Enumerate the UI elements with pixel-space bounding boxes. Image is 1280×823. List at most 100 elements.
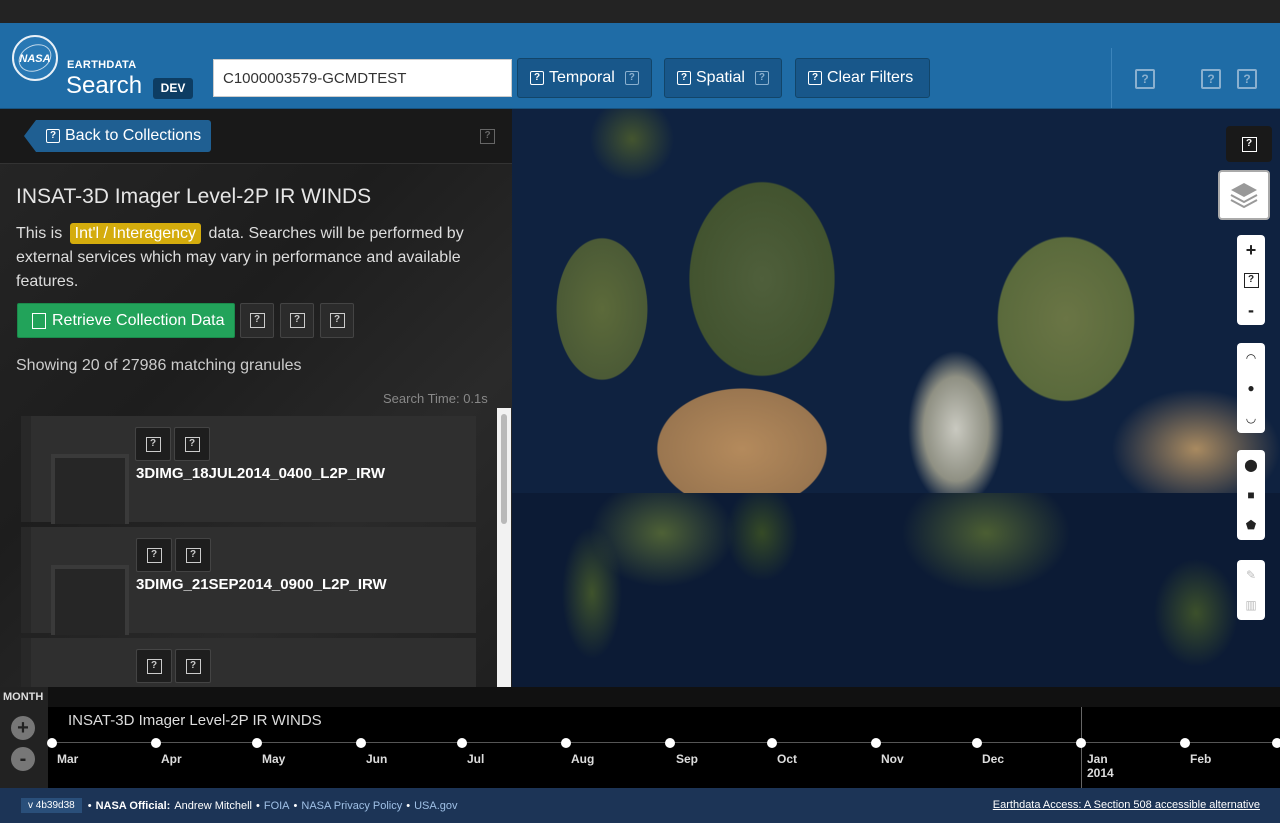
logo-text: NASA xyxy=(19,53,51,65)
edit-icon[interactable]: ✎ xyxy=(1237,560,1265,590)
timeline-month[interactable]: Dec xyxy=(982,752,1004,766)
clear-filters-button[interactable]: ? Clear Filters xyxy=(795,58,930,98)
back-to-collections-button[interactable]: ? Back to Collections xyxy=(36,120,212,152)
granule-name: 3DIMG_18JUL2014_0400_L2P_IRW xyxy=(136,465,386,482)
help-icon[interactable]: ? xyxy=(1237,69,1257,89)
granule-panel: ? Back to Collections ? INSAT-3D Imager … xyxy=(0,109,512,687)
remove-granule-button[interactable]: ? xyxy=(175,538,211,572)
timeline-month[interactable]: Jun xyxy=(366,752,387,766)
zoom-out-button[interactable]: - xyxy=(1237,295,1265,325)
user-icon[interactable]: ? xyxy=(1201,69,1221,89)
filter-icon: ? xyxy=(249,313,265,328)
remove-granule-button[interactable]: ? xyxy=(174,427,210,461)
timeline-month[interactable]: Sep xyxy=(676,752,698,766)
footer-bullet: • xyxy=(293,799,298,812)
retrieve-collection-button[interactable]: Retrieve Collection Data xyxy=(17,303,235,338)
timeline-zoom-out-button[interactable]: - xyxy=(11,747,35,771)
view-icon: ? xyxy=(329,313,345,328)
sort-granules-button[interactable]: ? xyxy=(280,303,314,338)
collection-search-input[interactable] xyxy=(213,59,512,97)
timeline-tick xyxy=(457,738,467,748)
timeline-zoom-panel: MONTH + - xyxy=(0,687,48,788)
timeline-tick xyxy=(356,738,366,748)
projection-controls: ◠ ● ◡ xyxy=(1237,343,1265,433)
download-icon xyxy=(32,312,46,329)
remove-icon: ? xyxy=(184,436,200,452)
list-item[interactable]: ? ? xyxy=(21,638,476,687)
timeline-tick xyxy=(252,738,262,748)
timeline-tick xyxy=(47,738,57,748)
accessible-alternative-link[interactable]: Earthdata Access: A Section 508 accessib… xyxy=(993,799,1260,811)
granule-scrollbar[interactable] xyxy=(497,408,511,687)
rectangle-icon[interactable]: ■ xyxy=(1237,480,1265,510)
download-granule-button[interactable]: ? xyxy=(136,538,172,572)
search-time: Search Time: 0.1s xyxy=(383,391,488,406)
back-arrow[interactable] xyxy=(24,120,36,152)
brand-earthdata: EARTHDATA xyxy=(67,59,137,71)
download-granule-button[interactable]: ? xyxy=(135,427,171,461)
list-icon: ? xyxy=(46,129,60,143)
granule-name: 3DIMG_21SEP2014_0900_L2P_IRW xyxy=(136,576,387,593)
nasa-logo[interactable]: NASA xyxy=(12,35,58,81)
layers-button[interactable] xyxy=(1218,170,1270,220)
timeline-month[interactable]: Jul xyxy=(467,752,484,766)
timeline-tick xyxy=(1076,738,1086,748)
privacy-link[interactable]: NASA Privacy Policy xyxy=(301,800,402,812)
filter-granules-button[interactable]: ? xyxy=(240,303,274,338)
map-help-button[interactable]: ? xyxy=(1226,126,1272,162)
brand-search[interactable]: Search xyxy=(66,72,142,100)
temporal-button[interactable]: ? Temporal ? xyxy=(517,58,652,98)
timeline-axis xyxy=(48,742,1280,743)
view-toggle-button[interactable]: ? xyxy=(320,303,354,338)
timeline-collection-label: INSAT-3D Imager Level-2P IR WINDS xyxy=(68,712,322,729)
timeline-month[interactable]: Apr xyxy=(161,752,182,766)
download-granule-button[interactable]: ? xyxy=(136,649,172,683)
usa-gov-link[interactable]: USA.gov xyxy=(414,800,457,812)
timeline-month[interactable]: Aug xyxy=(571,752,594,766)
timeline-tick xyxy=(972,738,982,748)
zoom-in-button[interactable]: + xyxy=(1237,235,1265,265)
sort-icon: ? xyxy=(289,313,305,328)
foia-link[interactable]: FOIA xyxy=(264,800,290,812)
home-icon: ? xyxy=(1243,272,1259,288)
granule-thumbnail xyxy=(51,565,129,635)
timeline-month[interactable]: Mar xyxy=(57,752,78,766)
list-item[interactable]: ? ? 3DIMG_18JUL2014_0400_L2P_IRW xyxy=(21,416,476,524)
timeline-tick xyxy=(871,738,881,748)
polygon-icon[interactable]: ⬟ xyxy=(1237,510,1265,540)
timeline-zoom-in-button[interactable]: + xyxy=(11,716,35,740)
page-footer: v 4b39d38 • NASA Official: Andrew Mitche… xyxy=(0,788,1280,823)
trash-icon[interactable]: ▥ xyxy=(1237,590,1265,620)
map-view[interactable] xyxy=(512,109,1280,687)
version-badge: v 4b39d38 xyxy=(21,798,82,813)
timeline-month[interactable]: Oct xyxy=(777,752,797,766)
timeline-month[interactable]: Nov xyxy=(881,752,904,766)
project-icon[interactable]: ? xyxy=(1135,69,1155,89)
timeline-month[interactable]: Jan 2014 xyxy=(1087,752,1114,780)
footer-bullet: • xyxy=(87,799,92,812)
spatial-draw-controls: ⬤ ■ ⬟ xyxy=(1237,450,1265,540)
temporal-label: Temporal xyxy=(549,69,615,86)
clear-filters-label: Clear Filters xyxy=(827,69,914,86)
env-badge: DEV xyxy=(153,78,193,99)
north-pole-icon[interactable]: ◠ xyxy=(1237,343,1265,373)
map-tile xyxy=(512,109,896,493)
timeline-month[interactable]: Feb xyxy=(1190,752,1211,766)
map-marker-icon: ? xyxy=(677,71,691,85)
zoom-home-button[interactable]: ? xyxy=(1237,265,1265,295)
scroll-thumb[interactable] xyxy=(501,414,507,524)
panel-options-icon[interactable]: ? xyxy=(480,129,495,144)
south-pole-icon[interactable]: ◡ xyxy=(1237,403,1265,433)
timeline-tick xyxy=(767,738,777,748)
download-icon: ? xyxy=(145,436,161,452)
point-marker-icon[interactable]: ⬤ xyxy=(1237,450,1265,480)
remove-icon: ? xyxy=(185,547,201,563)
spatial-button[interactable]: ? Spatial ? xyxy=(664,58,782,98)
map-tile xyxy=(512,493,896,687)
remove-granule-button[interactable]: ? xyxy=(175,649,211,683)
timeline-month[interactable]: May xyxy=(262,752,285,766)
spatial-label: Spatial xyxy=(696,69,745,86)
globe-icon[interactable]: ● xyxy=(1237,373,1265,403)
list-item[interactable]: ? ? 3DIMG_21SEP2014_0900_L2P_IRW xyxy=(21,527,476,635)
granule-count: Showing 20 of 27986 matching granules xyxy=(16,357,302,374)
